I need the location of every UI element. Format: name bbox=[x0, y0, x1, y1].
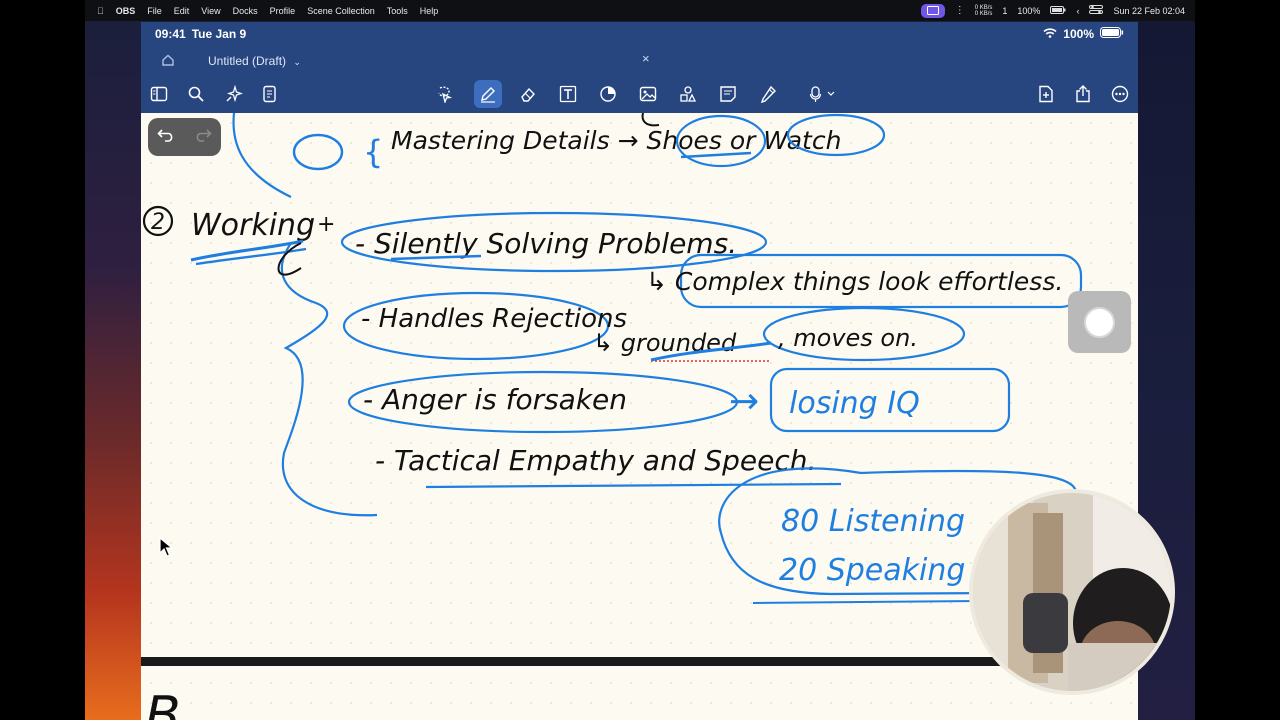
counter: 1 bbox=[1002, 5, 1008, 16]
redo-icon[interactable] bbox=[194, 128, 212, 147]
menu-view[interactable]: View bbox=[201, 6, 220, 16]
circled-number: 2 bbox=[151, 210, 165, 235]
share-icon[interactable] bbox=[1072, 83, 1094, 105]
plus-mark: + bbox=[317, 212, 335, 237]
menu-tools[interactable]: Tools bbox=[387, 6, 408, 16]
document-title: Untitled (Draft) bbox=[208, 54, 287, 68]
home-icon[interactable] bbox=[161, 53, 175, 72]
add-page-icon[interactable] bbox=[1035, 83, 1057, 105]
lasso-icon[interactable] bbox=[433, 83, 455, 105]
close-tab-button[interactable]: × bbox=[642, 51, 650, 66]
chevron-down-icon[interactable]: ⌄ bbox=[293, 57, 301, 67]
note-item-2-sub-a: ↳ grounded bbox=[593, 329, 737, 357]
document-tab-bar: Untitled (Draft) ⌄ × bbox=[141, 46, 1138, 76]
mouse-pointer-icon bbox=[159, 536, 174, 562]
elements-icon[interactable] bbox=[677, 83, 699, 105]
webcam-overlay bbox=[969, 489, 1175, 695]
menubar-clock[interactable]: Sun 22 Feb 02:04 bbox=[1113, 6, 1185, 16]
ratio-speaking: 20 Speaking bbox=[779, 553, 965, 588]
ratio-listening: 80 Listening bbox=[781, 504, 965, 539]
next-page-text: B bbox=[145, 686, 181, 720]
note-item-1: - Silently Solving Problems. bbox=[355, 227, 737, 260]
menu-scene-collection[interactable]: Scene Collection bbox=[307, 6, 375, 16]
bracket-stroke-top bbox=[232, 113, 292, 198]
note-item-3-result: losing IQ bbox=[789, 386, 920, 421]
undo-redo-pill bbox=[148, 118, 221, 156]
shapes-icon[interactable] bbox=[597, 83, 619, 105]
highlighter-icon[interactable] bbox=[757, 83, 779, 105]
microphone-icon[interactable] bbox=[807, 83, 841, 105]
app-menu[interactable]: OBS bbox=[116, 6, 136, 16]
ipad-battery-icon bbox=[1100, 27, 1124, 41]
note-item-2: - Handles Rejections bbox=[361, 304, 627, 334]
text-icon[interactable] bbox=[557, 83, 579, 105]
page-divider bbox=[141, 657, 1138, 666]
more-icon[interactable] bbox=[1109, 83, 1131, 105]
menu-help[interactable]: Help bbox=[420, 6, 439, 16]
macos-menubar:  OBS File Edit View Docks Profile Scene… bbox=[85, 0, 1195, 21]
ipad-time: 09:41 bbox=[155, 27, 186, 41]
note-item-4: - Tactical Empathy and Speech. bbox=[375, 444, 816, 477]
menu-extra-dots-icon[interactable]: ⋮ bbox=[955, 5, 965, 16]
large-bracket bbox=[280, 242, 378, 517]
chevron-left-icon[interactable]: ‹ bbox=[1076, 6, 1079, 16]
apple-icon[interactable]:  bbox=[97, 6, 104, 16]
ipad-status-bar: 09:41 Tue Jan 9 100% bbox=[141, 22, 1138, 46]
record-button[interactable] bbox=[1068, 291, 1131, 353]
item4-underline bbox=[425, 482, 842, 489]
control-center-icon[interactable] bbox=[1089, 5, 1104, 16]
search-icon[interactable] bbox=[185, 83, 207, 105]
battery-percent: 100% bbox=[1017, 5, 1041, 16]
image-icon[interactable] bbox=[637, 83, 659, 105]
note-item-2-sub-b: , moves on. bbox=[778, 324, 918, 352]
menu-docks[interactable]: Docks bbox=[233, 6, 258, 16]
wifi-icon bbox=[1043, 27, 1057, 41]
network-stats: 0 KB/s 0 KB/s bbox=[974, 4, 993, 17]
heading-working: Working bbox=[191, 208, 315, 243]
ratio-underline bbox=[752, 600, 982, 604]
note-line-top: Mastering Details → Shoes or Watch bbox=[391, 126, 841, 155]
note-item-1-sub: ↳ Complex things look effortless. bbox=[646, 267, 1063, 296]
battery-icon[interactable] bbox=[1050, 5, 1066, 16]
note-item-3-arrow: → bbox=[729, 381, 759, 422]
sticky-note-icon[interactable] bbox=[717, 83, 739, 105]
pen-icon[interactable] bbox=[474, 80, 502, 108]
menu-file[interactable]: File bbox=[147, 6, 162, 16]
obs-status-icon[interactable] bbox=[920, 3, 945, 18]
brace-mark: { bbox=[363, 133, 383, 171]
circled-marker-ellipse bbox=[292, 133, 344, 171]
ipad-battery-percent: 100% bbox=[1063, 27, 1094, 41]
sparkle-icon[interactable] bbox=[223, 83, 245, 105]
notes-toolbar bbox=[141, 76, 1138, 113]
document-icon[interactable] bbox=[259, 83, 281, 105]
note-item-3: - Anger is forsaken bbox=[363, 383, 627, 416]
document-tab[interactable]: Untitled (Draft) ⌄ bbox=[208, 54, 301, 68]
undo-icon[interactable] bbox=[157, 128, 175, 147]
menu-edit[interactable]: Edit bbox=[174, 6, 190, 16]
menu-profile[interactable]: Profile bbox=[270, 6, 296, 16]
ink-stroke bbox=[641, 113, 660, 127]
ipad-date: Tue Jan 9 bbox=[191, 27, 247, 41]
record-dot-icon bbox=[1084, 306, 1115, 338]
eraser-icon[interactable] bbox=[517, 83, 539, 105]
sidebar-icon[interactable] bbox=[148, 83, 170, 105]
